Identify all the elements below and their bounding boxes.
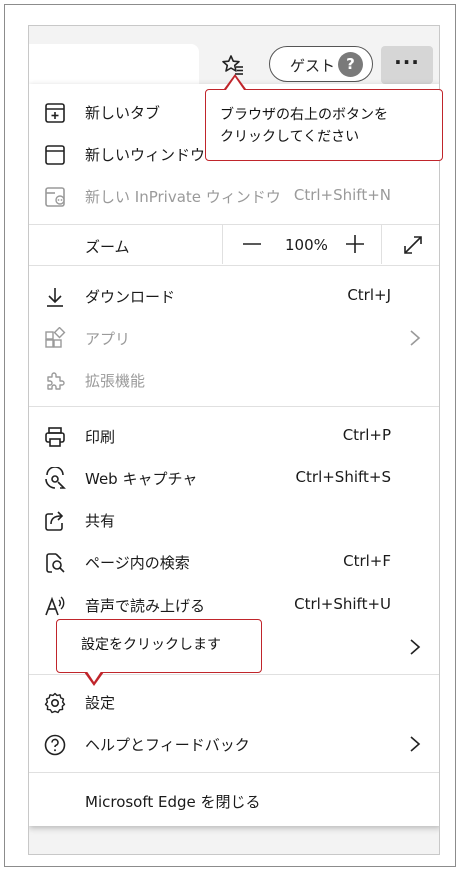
callout-text: 設定をクリックします [81,637,221,653]
chevron-right-icon [409,638,421,656]
menu-item-downloads[interactable]: ダウンロード Ctrl+J [29,275,439,317]
address-bar[interactable] [29,44,199,84]
profile-button[interactable]: ゲスト ? [269,46,373,82]
menu-label: 共有 [85,512,116,530]
menu-shortcut: Ctrl+P [342,426,391,444]
web-capture-icon [43,467,67,491]
menu-item-help[interactable]: ヘルプとフィードバック [29,723,439,765]
menu-label: 印刷 [85,428,116,446]
menu-label: 新しいウィンドウ [85,146,206,164]
menu-item-print[interactable]: 印刷 Ctrl+P [29,415,439,457]
callout-text-line2: クリックしてください [220,129,360,145]
zoom-label: ズーム [85,238,130,256]
help-icon [43,733,67,757]
menu-shortcut: Ctrl+Shift+U [294,595,391,613]
menu-label: 設定 [85,694,116,712]
callout-tail-fill [86,670,102,682]
settings-menu: 新しいタブ 新しいウィンドウ 新しい InPrivate ウィンドウ Ctrl+… [29,84,439,826]
gear-icon [43,691,67,715]
zoom-level: 100% [285,236,328,254]
menu-label: 新しいタブ [85,104,161,122]
new-window-icon [43,143,67,167]
zoom-divider [381,224,382,264]
chevron-right-icon [409,735,421,753]
menu-label: Web キャプチャ [85,470,198,488]
read-aloud-icon [43,594,67,618]
share-icon [43,509,67,533]
inprivate-icon [43,185,67,209]
menu-label: 新しい InPrivate ウィンドウ [85,188,281,206]
menu-label: 拡張機能 [85,372,146,390]
menu-item-extensions[interactable]: 拡張機能 [29,359,439,401]
profile-label: ゲスト [290,57,336,75]
menu-label: ダウンロード [85,288,176,306]
menu-divider [29,772,439,773]
zoom-out-button[interactable] [242,234,262,254]
extensions-puzzle-icon [43,369,67,393]
menu-item-close-edge[interactable]: Microsoft Edge を閉じる [29,780,439,822]
menu-label: 音声で読み上げる [85,597,206,615]
menu-shortcut: Ctrl+Shift+S [295,468,391,486]
menu-divider [29,265,439,266]
print-icon [43,425,67,449]
menu-item-share[interactable]: 共有 [29,499,439,541]
find-in-page-icon [43,551,67,575]
menu-item-new-inprivate[interactable]: 新しい InPrivate ウィンドウ Ctrl+Shift+N [29,175,439,217]
menu-label: ヘルプとフィードバック [85,736,250,754]
menu-divider [29,224,439,225]
menu-divider [29,406,439,407]
zoom-divider [222,224,223,264]
menu-item-settings[interactable]: 設定 [29,681,439,723]
callout-click-more-button: ブラウザの右上のボタンを クリックしてください [205,89,443,161]
menu-label: Microsoft Edge を閉じる [85,793,261,811]
fullscreen-icon[interactable] [402,234,424,256]
settings-and-more-button[interactable]: ··· [381,46,433,84]
menu-shortcut: Ctrl+J [347,286,391,304]
apps-icon [43,327,67,351]
avatar-icon: ? [338,52,363,77]
download-icon [43,285,67,309]
chevron-right-icon [409,329,421,347]
menu-item-find[interactable]: ページ内の検索 Ctrl+F [29,541,439,583]
menu-shortcut: Ctrl+F [343,552,391,570]
menu-item-apps[interactable]: アプリ [29,317,439,359]
new-tab-icon [43,101,67,125]
callout-tail-fill [226,77,244,90]
menu-shortcut: Ctrl+Shift+N [293,186,391,204]
menu-label: ページ内の検索 [85,554,190,572]
callout-text-line1: ブラウザの右上のボタンを [220,107,388,123]
menu-label: アプリ [85,330,131,348]
menu-item-web-capture[interactable]: Web キャプチャ Ctrl+Shift+S [29,457,439,499]
callout-click-settings: 設定をクリックします [56,619,262,673]
zoom-in-button[interactable] [345,234,365,254]
